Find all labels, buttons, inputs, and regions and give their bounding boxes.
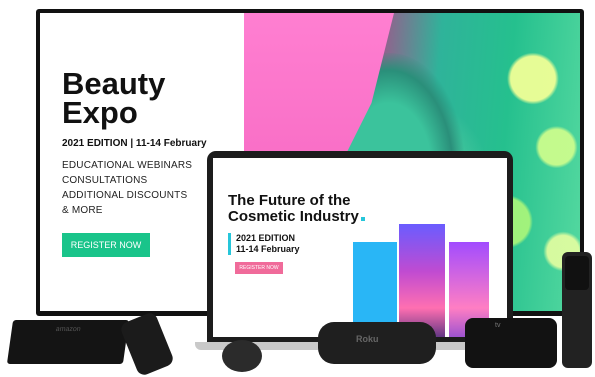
laptop-screen: The Future of the Cosmetic Industry 2021…: [213, 158, 507, 337]
fire-tv-remote: [118, 310, 176, 377]
apple-tv-box: tv: [465, 318, 557, 368]
laptop-title-line1: The Future of the: [228, 192, 351, 209]
register-now-button[interactable]: REGISTER NOW: [62, 233, 150, 257]
roku-logo: Roku: [356, 334, 379, 344]
feature-item: CONSULTATIONS: [62, 175, 148, 186]
chromecast-device: [222, 340, 262, 372]
expo-edition: 2021 EDITION | 11-14 February: [62, 138, 207, 149]
laptop-title-line2: Cosmetic Industry: [228, 208, 359, 225]
siri-remote: [562, 252, 592, 368]
laptop-register-button[interactable]: REGISTER NOW: [235, 262, 283, 274]
apple-tv-logo: tv: [495, 322, 501, 329]
accent-dot: [360, 217, 365, 221]
laptop-frame: The Future of the Cosmetic Industry 2021…: [207, 151, 513, 343]
amazon-logo: amazon: [55, 326, 82, 333]
feature-list: EDUCATIONAL WEBINARS CONSULTATIONS ADDIT…: [62, 158, 192, 218]
feature-item: EDUCATIONAL WEBINARS: [62, 160, 193, 171]
remote-touchpad: [565, 256, 589, 290]
roku-box: Roku: [318, 322, 436, 364]
feature-item: ADDITIONAL DISCOUNTS: [62, 190, 188, 201]
fire-tv-box: amazon: [6, 320, 130, 364]
feature-item: & MORE: [62, 205, 103, 216]
laptop-model-photo: [399, 224, 445, 337]
expo-title-line2: Expo: [62, 95, 138, 130]
laptop-edition: 2021 EDITION 11-14 February: [228, 233, 300, 255]
laptop-title: The Future of the Cosmetic Industry: [228, 193, 365, 225]
laptop-edition-line1: 2021 EDITION: [236, 233, 296, 243]
expo-title: Beauty Expo: [62, 68, 165, 130]
laptop-edition-line2: 11-14 February: [236, 244, 300, 254]
